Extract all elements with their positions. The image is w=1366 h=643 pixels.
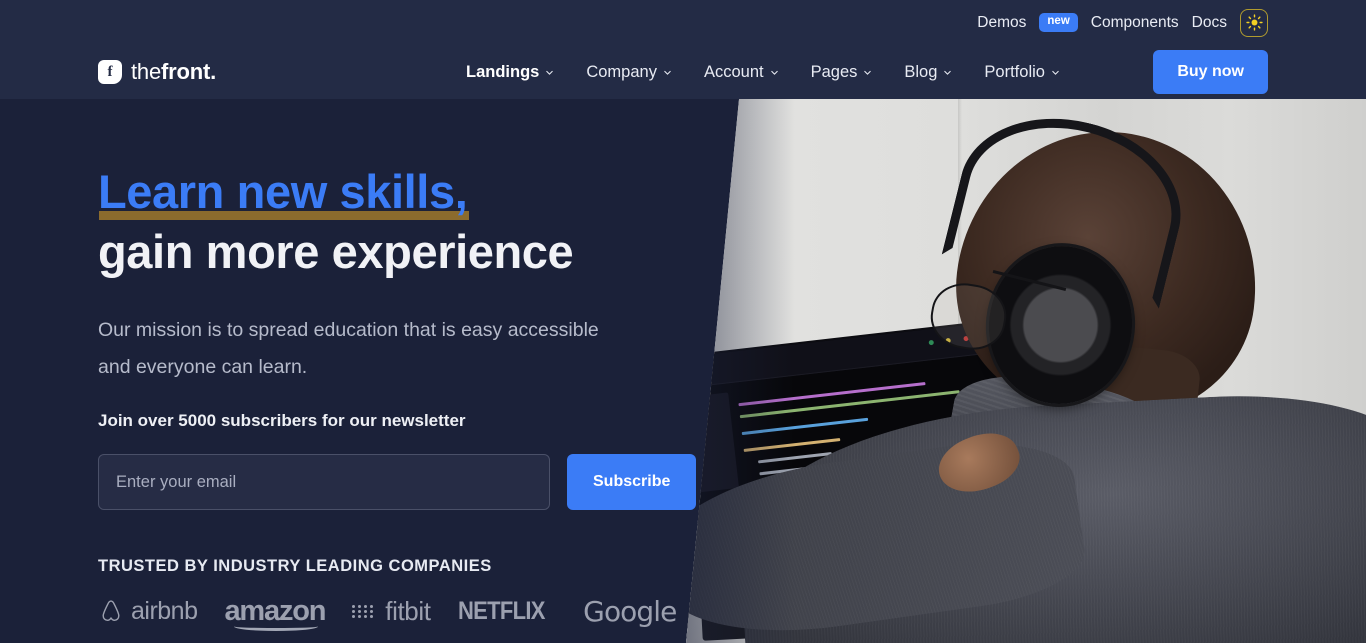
- subscribe-button[interactable]: Subscribe: [567, 454, 697, 511]
- new-badge: new: [1039, 13, 1078, 32]
- logo-google: Google: [583, 595, 677, 629]
- brand-word-bold: front.: [160, 59, 216, 84]
- logo-amazon: amazon: [225, 595, 326, 632]
- logo-google-label: Google: [583, 595, 677, 629]
- topbar-link-demos[interactable]: Demos: [977, 14, 1026, 32]
- sun-icon: [1245, 14, 1263, 31]
- hero-image: LG: [686, 99, 1366, 643]
- nav-item-landings[interactable]: Landings: [466, 63, 554, 82]
- headline-highlight: Learn new skills,: [98, 162, 470, 222]
- hero-subtitle: Our mission is to spread education that …: [98, 319, 599, 379]
- trusted-label: TRUSTED BY INDUSTRY LEADING COMPANIES: [98, 557, 492, 576]
- theme-toggle-button[interactable]: [1240, 8, 1268, 37]
- newsletter-join-label: Join over 5000 subscribers for our newsl…: [98, 411, 466, 431]
- topbar-link-components[interactable]: Components: [1091, 14, 1179, 32]
- brand-word-light: the: [131, 59, 161, 84]
- nav-item-portfolio[interactable]: Portfolio: [984, 63, 1060, 82]
- headline-comma: ,: [454, 165, 468, 218]
- airbnb-icon: [102, 600, 120, 622]
- chevron-down-icon: [664, 70, 671, 75]
- logo-airbnb-label: airbnb: [131, 597, 198, 626]
- brand-wordmark: thefront.: [131, 59, 216, 85]
- headline-highlight-text: Learn new skills: [98, 165, 455, 218]
- chevron-down-icon: [944, 70, 952, 75]
- nav-menu: Landings Company Account Pages Blog Port…: [466, 63, 1060, 82]
- newsletter-form: Subscribe: [98, 454, 698, 511]
- nav-label-account: Account: [703, 62, 764, 81]
- nav-label-pages: Pages: [810, 62, 858, 81]
- logo-fitbit-label: fitbit: [385, 596, 431, 627]
- chevron-down-icon: [770, 70, 778, 75]
- nav-label-blog: Blog: [904, 62, 938, 81]
- top-utility-bar: Demos new Components Docs: [0, 0, 1366, 45]
- logo-airbnb: airbnb: [98, 597, 198, 626]
- buy-now-button[interactable]: Buy now: [1153, 50, 1268, 94]
- chevron-down-icon: [1052, 70, 1059, 75]
- logo-fitbit: fitbit: [352, 596, 431, 627]
- hero-content: Learn new skills, gain more experience O…: [98, 99, 698, 632]
- headline-rest: gain more experience: [98, 225, 574, 279]
- landing-page: LG Demos new Compone: [0, 0, 1366, 643]
- nav-item-pages[interactable]: Pages: [811, 63, 873, 82]
- main-navbar: f thefront. Landings Company Account Pag…: [0, 45, 1366, 99]
- nav-label-portfolio: Portfolio: [984, 62, 1045, 81]
- chevron-down-icon: [546, 70, 554, 75]
- logo-netflix-label: NETFLIX: [457, 597, 545, 626]
- nav-label-landings: Landings: [466, 62, 540, 81]
- amazon-swoosh-icon: [233, 622, 319, 632]
- nav-item-company[interactable]: Company: [586, 63, 672, 82]
- fitbit-dots-icon: [352, 605, 374, 619]
- nav-label-company: Company: [586, 62, 657, 81]
- chevron-down-icon: [864, 70, 872, 75]
- company-logo-row: airbnb amazon fitbit NETFLIX Google: [98, 595, 698, 632]
- logo-mark-icon: f: [98, 60, 122, 84]
- email-input[interactable]: [98, 454, 550, 511]
- logo-netflix: NETFLIX: [458, 597, 557, 626]
- page-title: Learn new skills, gain more experience: [98, 162, 698, 282]
- nav-item-blog[interactable]: Blog: [904, 63, 952, 82]
- topbar-link-docs[interactable]: Docs: [1192, 14, 1227, 32]
- brand-logo[interactable]: f thefront.: [98, 59, 216, 85]
- nav-item-account[interactable]: Account: [704, 63, 779, 82]
